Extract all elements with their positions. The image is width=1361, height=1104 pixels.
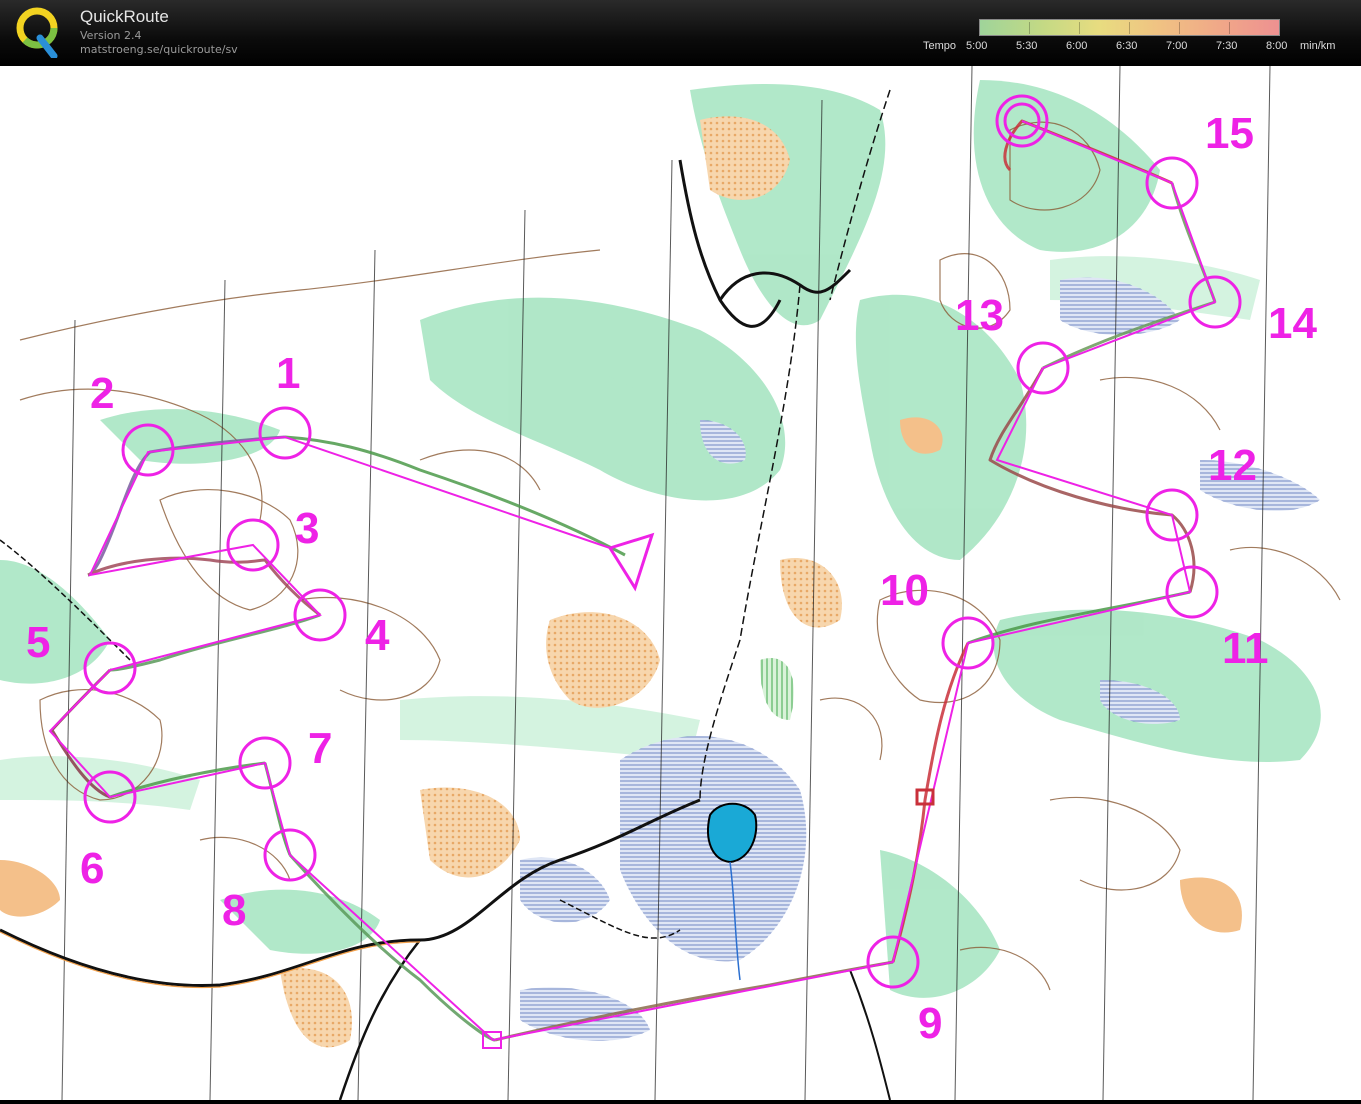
legend-label: 5:00 <box>966 40 988 52</box>
control-number-4: 4 <box>365 611 390 660</box>
control-number-10: 10 <box>880 566 929 615</box>
control-number-7: 7 <box>308 724 332 773</box>
legend-label: 6:30 <box>1116 40 1138 52</box>
legend-label: 6:00 <box>1066 40 1088 52</box>
quickroute-logo-icon <box>16 7 58 58</box>
app-header: QuickRoute Version 2.4 matstroeng.se/qui… <box>0 0 1361 66</box>
control-number-14: 14 <box>1268 299 1317 348</box>
app-version: Version 2.4 <box>80 29 142 42</box>
control-number-3: 3 <box>295 504 319 553</box>
control-number-13: 13 <box>955 291 1004 340</box>
control-number-1: 1 <box>276 349 300 398</box>
app-url: matstroeng.se/quickroute/sv <box>80 43 238 56</box>
legend-label: 5:30 <box>1016 40 1038 52</box>
control-number-6: 6 <box>80 844 104 893</box>
control-number-9: 9 <box>918 999 942 1048</box>
legend-unit: min/km <box>1300 40 1336 52</box>
legend-label: 7:00 <box>1166 40 1188 52</box>
map-canvas: 1 2 3 4 5 6 7 8 9 10 11 12 13 14 15 <box>0 65 1361 1101</box>
app-title: QuickRoute <box>80 7 169 26</box>
control-number-15: 15 <box>1205 109 1254 158</box>
control-number-2: 2 <box>90 369 114 418</box>
legend-label: 7:30 <box>1216 40 1238 52</box>
legend-label: 8:00 <box>1266 40 1288 52</box>
control-number-12: 12 <box>1208 441 1257 490</box>
control-number-11: 11 <box>1222 624 1269 673</box>
control-number-5: 5 <box>26 618 50 667</box>
orienteering-map[interactable]: 1 2 3 4 5 6 7 8 9 10 11 12 13 14 15 <box>0 65 1361 1101</box>
legend-title: Tempo <box>923 40 957 52</box>
control-number-8: 8 <box>222 886 246 935</box>
